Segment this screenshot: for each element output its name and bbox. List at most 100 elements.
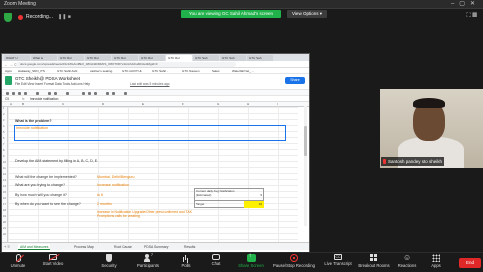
bookmark[interactable]: cashier's seating <box>90 69 112 73</box>
chat-button[interactable]: Chat <box>208 254 224 266</box>
column-header[interactable]: G <box>217 102 219 106</box>
undo-icon[interactable] <box>6 92 9 95</box>
answer-by-when[interactable]: 2 months <box>97 202 112 206</box>
row-number[interactable]: 7 <box>3 143 4 146</box>
row-number[interactable]: 20 <box>3 221 6 224</box>
row-number[interactable]: 17 <box>3 203 6 206</box>
bold-icon[interactable] <box>82 92 85 95</box>
polls-button[interactable]: Polls <box>178 254 194 268</box>
cell-reference[interactable]: C5 <box>5 97 9 101</box>
row-number[interactable]: 4 <box>3 125 4 128</box>
text-color-icon[interactable] <box>94 92 97 95</box>
row-number[interactable]: 8 <box>3 149 4 152</box>
participants-button[interactable]: 7 Participants <box>132 253 164 268</box>
live-transcript-button[interactable]: CC Live Transcript <box>320 254 356 266</box>
sheet-tab-pdsa[interactable]: PDSA Summary <box>142 244 171 250</box>
column-header[interactable]: F <box>182 102 184 106</box>
row-number[interactable]: 12 <box>3 173 6 176</box>
security-button[interactable]: Security <box>96 254 122 268</box>
percent-icon[interactable] <box>54 92 57 95</box>
row-number[interactable]: 5 <box>3 131 4 134</box>
window-controls[interactable]: –▢✕ <box>451 0 480 7</box>
row-number[interactable]: 14 <box>3 185 6 188</box>
sheet-tab-results[interactable]: Results <box>182 244 197 250</box>
row-number[interactable]: 15 <box>3 191 6 194</box>
selected-cell-range[interactable] <box>14 125 286 141</box>
row-number[interactable]: 11 <box>3 167 6 170</box>
view-options-button[interactable]: View Options ▾ <box>287 10 327 18</box>
url-field[interactable]: docs.google.com/spreadsheets/d/1r2ZGAmiB… <box>16 62 236 67</box>
row-number[interactable]: 9 <box>3 155 4 158</box>
row-number[interactable]: 10 <box>3 161 6 164</box>
currency-icon[interactable] <box>48 92 51 95</box>
start-video-button[interactable]: Start Video <box>36 254 70 266</box>
formula-input[interactable]: Imrovide notification <box>30 97 58 101</box>
bookmark[interactable]: Apps <box>5 69 12 73</box>
bookmark[interactable]: GTC-GOVT.UL <box>122 69 142 73</box>
column-header[interactable]: E <box>142 102 144 106</box>
zoom-select-icon[interactable] <box>36 92 39 95</box>
borders-icon[interactable] <box>112 92 115 95</box>
answer-where[interactable]: Mumbai, Delhi/Benguru <box>97 175 135 179</box>
document-title[interactable]: GTC Sheikh@ PDSA Worksheet <box>15 76 80 81</box>
row-number[interactable]: 21 <box>3 227 6 230</box>
share-screen-button[interactable]: Share Screen <box>234 253 268 268</box>
row-number[interactable]: 19 <box>3 215 6 218</box>
problem-value[interactable]: Imrovide notification <box>16 126 48 130</box>
participant-video[interactable]: Santosh pandey sto sheikh <box>380 89 483 168</box>
breakout-rooms-button[interactable]: Breakout Rooms <box>356 254 392 268</box>
apps-button[interactable]: Apps <box>427 254 445 268</box>
column-header[interactable]: D <box>102 102 104 106</box>
row-number[interactable]: 1 <box>3 107 4 110</box>
mic-muted-icon <box>15 254 21 262</box>
redo-icon[interactable] <box>12 92 15 95</box>
baseline-value[interactable]: 9 <box>260 193 262 197</box>
add-sheet-icon[interactable]: + ≡ <box>4 244 10 249</box>
italic-icon[interactable] <box>88 92 91 95</box>
sheets-logo-icon[interactable] <box>5 76 12 85</box>
paint-format-icon[interactable] <box>24 92 27 95</box>
bookmark[interactable]: GTC Sahil Ashi <box>57 69 77 73</box>
column-header[interactable]: A <box>10 102 12 106</box>
print-icon[interactable] <box>18 92 21 95</box>
unmute-button[interactable]: Unmute <box>4 254 32 268</box>
fill-color-icon[interactable] <box>106 92 109 95</box>
spreadsheet-grid[interactable]: A B C D E F G H I 1 2 3 4 5 6 7 8 9 10 1… <box>2 102 309 242</box>
security-shield-icon[interactable] <box>4 13 12 22</box>
font-select-icon[interactable] <box>66 92 69 95</box>
reactions-button[interactable]: ☺ Reactions <box>394 254 420 269</box>
bookmark[interactable]: GTC Naveen <box>182 69 200 73</box>
target-value[interactable]: 16 <box>259 202 262 206</box>
layout-buttons[interactable]: ⛶ ▦ <box>466 13 477 20</box>
answer-what[interactable]: Increase notification <box>97 183 129 187</box>
sheet-tab-aim[interactable]: AIM and Measures <box>18 244 51 250</box>
end-meeting-button[interactable]: End <box>459 258 481 268</box>
bookmark[interactable]: GTC Sahil .. <box>152 69 168 73</box>
last-edit-link[interactable]: Last edit was 5 minutes ago <box>130 82 170 86</box>
sheet-tab-process[interactable]: Process Map <box>72 244 96 250</box>
vertical-scrollbar[interactable] <box>304 106 307 226</box>
bookmark[interactable]: Sales <box>212 69 220 73</box>
scroll-thumb[interactable] <box>304 126 307 156</box>
column-header[interactable]: B <box>22 102 24 106</box>
row-number[interactable]: 16 <box>3 197 6 200</box>
row-number[interactable]: 3 <box>3 119 4 122</box>
row-number[interactable]: 6 <box>3 137 4 140</box>
share-button[interactable]: Share <box>285 77 305 84</box>
answer-how-much[interactable]: to 6 <box>97 193 103 197</box>
column-header[interactable]: H <box>247 102 249 106</box>
column-header[interactable]: C <box>62 102 64 106</box>
bookmark[interactable]: Hattaway_SDN_ITS <box>18 69 45 73</box>
column-header[interactable]: I <box>277 102 278 106</box>
align-icon[interactable] <box>124 92 127 95</box>
menu-bar[interactable]: File Edit View Insert Format Data Tools … <box>15 82 90 86</box>
bookmark[interactable]: Waterfall Net_ ... <box>232 69 254 73</box>
pause-stop-icons[interactable]: ❚❚ ■ <box>58 14 71 20</box>
row-number[interactable]: 2 <box>3 113 4 116</box>
row-number[interactable]: 13 <box>3 179 6 182</box>
sheet-tab-root[interactable]: Root Cause <box>112 244 134 250</box>
aim-statement[interactable]: Increase in Notification Upgrade/Other p… <box>97 210 197 218</box>
record-button[interactable]: Pause/Stop Recording <box>269 254 319 268</box>
row-number[interactable]: 22 <box>3 233 6 236</box>
row-number[interactable]: 18 <box>3 209 6 212</box>
